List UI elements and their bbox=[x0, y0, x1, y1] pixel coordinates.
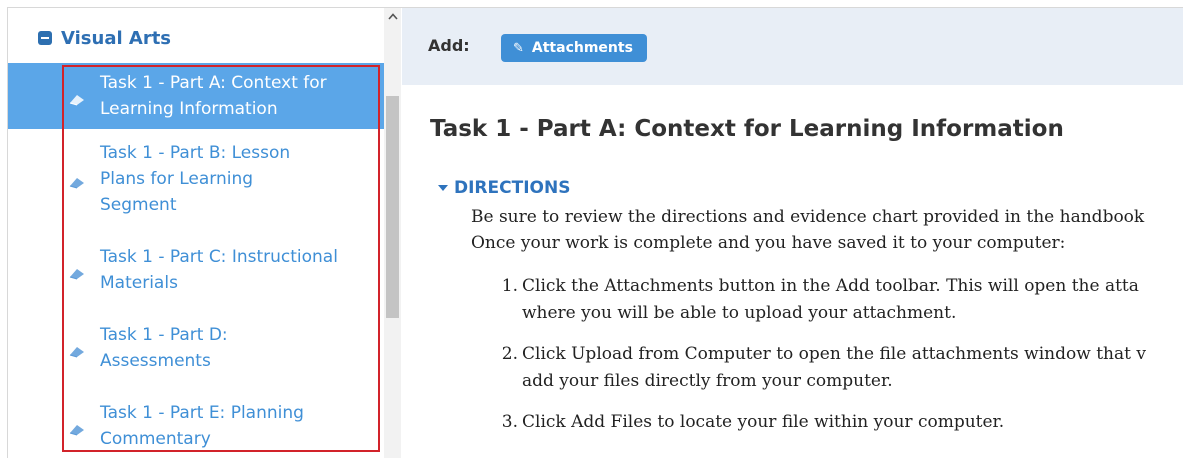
scroll-up-button[interactable] bbox=[384, 8, 401, 25]
direction-step: 2. Click Upload from Computer to open the… bbox=[430, 341, 1183, 395]
directions-label: DIRECTIONS bbox=[454, 178, 571, 198]
sidebar-task-item[interactable]: Task 1 - Part D: Assessments bbox=[8, 315, 386, 381]
intro-line: Once your work is complete and you have … bbox=[471, 233, 1066, 253]
attachments-button-label: Attachments bbox=[531, 40, 633, 56]
task-label-line: Commentary bbox=[100, 429, 211, 449]
section-header[interactable]: Visual Arts bbox=[38, 25, 171, 51]
paperclip-icon: ✎ bbox=[513, 40, 524, 56]
task-label-line: Assessments bbox=[100, 351, 211, 371]
step-text-line: add your files directly from your comput… bbox=[522, 371, 893, 391]
step-number: 1. bbox=[501, 276, 518, 296]
task-label-line: Segment bbox=[100, 195, 177, 215]
diamond-icon bbox=[68, 172, 86, 189]
caret-down-icon bbox=[438, 185, 448, 191]
sidebar-task-item[interactable]: Task 1 - Part E: Planning Commentary bbox=[8, 393, 386, 458]
steps-list: 1. Click the Attachments button in the Ad… bbox=[430, 273, 1183, 436]
step-text: Click Add Files to locate your file with… bbox=[522, 409, 1004, 436]
task-list: Task 1 - Part A: Context for Learning Inf… bbox=[8, 63, 386, 458]
task-label-line: Learning Information bbox=[100, 99, 278, 119]
intro-line: Be sure to review the directions and evi… bbox=[471, 207, 1145, 227]
step-number: 3. bbox=[501, 412, 518, 432]
app-frame: Visual Arts Task 1 - Part A: Context for… bbox=[7, 7, 1183, 458]
step-text: Click the Attachments button in the Add … bbox=[522, 273, 1139, 327]
task-label-line: Task 1 - Part A: Context for bbox=[100, 73, 327, 93]
sidebar-task-item[interactable]: Task 1 - Part A: Context for Learning Inf… bbox=[8, 63, 386, 129]
task-label-line: Plans for Learning bbox=[100, 169, 254, 189]
step-text: Click Upload from Computer to open the f… bbox=[522, 341, 1146, 395]
step-number: 2. bbox=[501, 344, 518, 364]
add-toolbar: Add: ✎ Attachments bbox=[402, 8, 1183, 85]
main-panel: Add: ✎ Attachments Task 1 - Part A: Cont… bbox=[402, 8, 1183, 458]
sidebar: Visual Arts Task 1 - Part A: Context for… bbox=[8, 8, 402, 458]
chevron-up-icon bbox=[387, 13, 398, 20]
task-label-line: Task 1 - Part D: bbox=[100, 325, 228, 345]
page-title: Task 1 - Part A: Context for Learning In… bbox=[430, 116, 1064, 142]
step-text-line: Click the Attachments button in the Add … bbox=[522, 276, 1139, 296]
step-text-line: where you will be able to upload your at… bbox=[522, 303, 957, 323]
diamond-icon bbox=[68, 419, 86, 436]
content-area: Task 1 - Part A: Context for Learning In… bbox=[430, 116, 1183, 450]
task-label-line: Materials bbox=[100, 273, 178, 293]
attachments-button[interactable]: ✎ Attachments bbox=[501, 34, 647, 62]
scroll-thumb[interactable] bbox=[386, 96, 399, 318]
diamond-icon bbox=[68, 89, 86, 106]
direction-step: 1. Click the Attachments button in the Ad… bbox=[430, 273, 1183, 327]
step-text-line: Click Upload from Computer to open the f… bbox=[522, 344, 1146, 364]
task-label-line: Task 1 - Part B: Lesson bbox=[100, 143, 291, 163]
add-label: Add: bbox=[428, 36, 470, 55]
directions-toggle[interactable]: DIRECTIONS bbox=[438, 178, 1183, 198]
task-label-line: Task 1 - Part C: Instructional bbox=[100, 247, 338, 267]
sidebar-task-item[interactable]: Task 1 - Part C: Instructional Materials bbox=[8, 237, 386, 303]
direction-step: 3. Click Add Files to locate your file wi… bbox=[430, 409, 1183, 436]
minus-square-icon[interactable] bbox=[38, 31, 52, 45]
diamond-icon bbox=[68, 341, 86, 358]
sidebar-scrollbar[interactable] bbox=[384, 8, 401, 458]
directions-intro: Be sure to review the directions and evi… bbox=[471, 204, 1183, 256]
sidebar-task-item[interactable]: Task 1 - Part B: Lesson Plans for Learnin… bbox=[8, 133, 386, 225]
step-text-line: Click Add Files to locate your file with… bbox=[522, 412, 1005, 432]
task-label-line: Task 1 - Part E: Planning bbox=[100, 403, 304, 423]
section-title: Visual Arts bbox=[61, 27, 172, 49]
diamond-icon bbox=[68, 263, 86, 280]
